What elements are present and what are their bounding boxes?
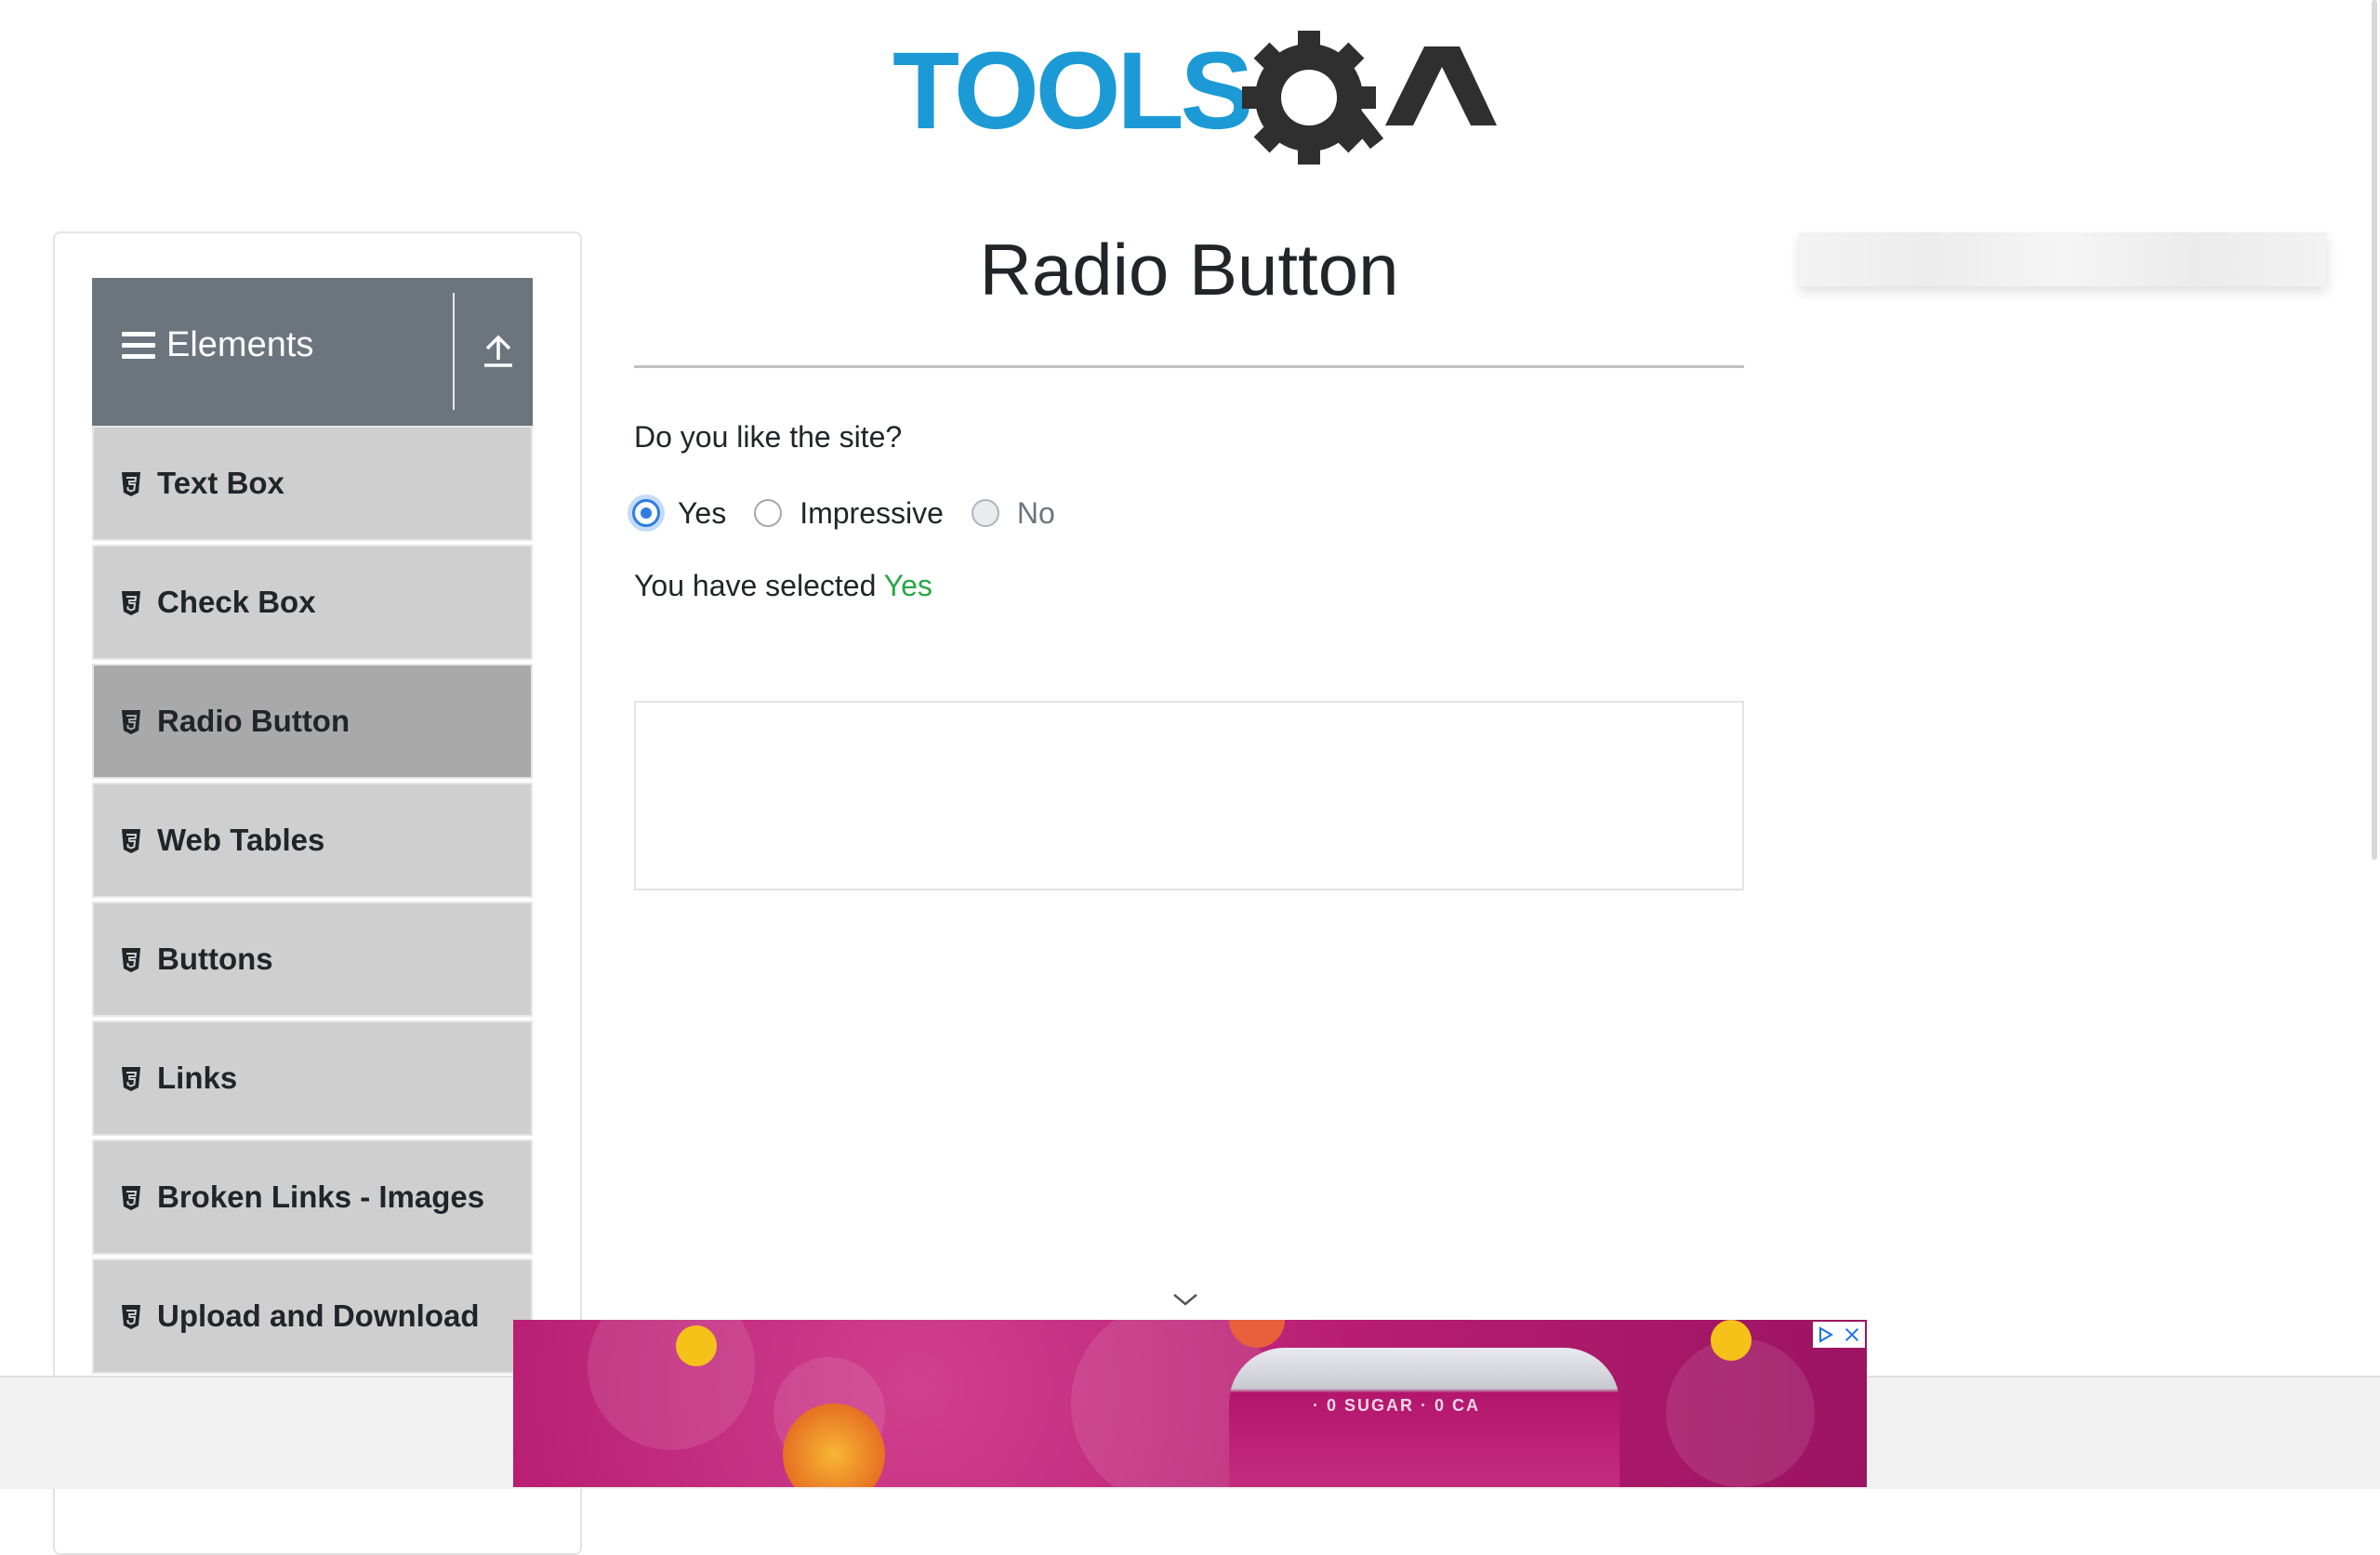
bottom-ad-banner[interactable]: · 0 SUGAR · 0 CA bbox=[513, 1320, 1867, 1487]
radio-input-yes[interactable] bbox=[632, 499, 660, 527]
radio-option-impressive[interactable]: Impressive bbox=[754, 496, 944, 531]
upload-arrow-icon[interactable] bbox=[483, 332, 514, 369]
sidebar-item-web-tables[interactable]: Web Tables bbox=[92, 783, 533, 898]
title-divider bbox=[634, 365, 1744, 368]
sidebar-menu: Text Box Check Box Radio Button Web Tabl… bbox=[92, 426, 533, 1377]
radio-group: Yes Impressive No bbox=[632, 493, 1083, 534]
toolsqa-logo[interactable]: TOOLS bbox=[892, 28, 1497, 172]
result-value: Yes bbox=[883, 569, 932, 602]
radio-input-no bbox=[971, 499, 999, 527]
sidebar-item-label: Buttons bbox=[157, 942, 273, 976]
radio-label-yes[interactable]: Yes bbox=[678, 496, 726, 531]
sidebar-item-radio-button[interactable]: Radio Button bbox=[92, 664, 533, 779]
html5-shield-icon bbox=[122, 948, 140, 972]
sidebar-item-links[interactable]: Links bbox=[92, 1021, 533, 1136]
sidebar-item-label: Web Tables bbox=[157, 823, 325, 857]
logo-a-shape bbox=[1385, 46, 1497, 125]
sidebar-item-label: Upload and Download bbox=[157, 1298, 480, 1333]
result-prefix: You have selected bbox=[634, 569, 877, 602]
gear-icon bbox=[1242, 31, 1384, 165]
selection-result: You have selected Yes bbox=[634, 569, 932, 603]
sidebar-item-label: Radio Button bbox=[157, 704, 350, 738]
html5-shield-icon bbox=[122, 829, 140, 853]
group-header-elements[interactable]: Elements bbox=[92, 278, 533, 426]
html5-shield-icon bbox=[122, 1186, 140, 1210]
sidebar-item-text-box[interactable]: Text Box bbox=[92, 426, 533, 541]
ad-controls bbox=[1813, 1322, 1865, 1348]
radio-question: Do you like the site? bbox=[634, 420, 903, 454]
radio-label-impressive[interactable]: Impressive bbox=[800, 496, 944, 531]
sidebar-item-label: Check Box bbox=[157, 585, 316, 619]
sidebar-item-check-box[interactable]: Check Box bbox=[92, 545, 533, 660]
html5-shield-icon bbox=[122, 710, 140, 734]
radio-option-yes[interactable]: Yes bbox=[632, 496, 726, 531]
sidebar-item-buttons[interactable]: Buttons bbox=[92, 902, 533, 1017]
sidebar-item-label: Links bbox=[157, 1061, 238, 1095]
hamburger-icon bbox=[122, 332, 155, 363]
close-icon[interactable] bbox=[1839, 1322, 1865, 1348]
sidebar-item-upload-download[interactable]: Upload and Download bbox=[92, 1258, 533, 1374]
radio-input-impressive[interactable] bbox=[754, 499, 783, 527]
header-divider bbox=[453, 293, 455, 410]
page-title: Radio Button bbox=[979, 229, 1399, 310]
scrollbar-thumb[interactable] bbox=[2372, 0, 2377, 860]
radio-label-no: No bbox=[1016, 495, 1055, 530]
logo-text-tools: TOOLS bbox=[892, 30, 1250, 152]
group-title: Elements bbox=[166, 325, 314, 364]
can-label: · 0 SUGAR · 0 CA bbox=[1313, 1396, 1481, 1415]
pineapple-icon bbox=[1711, 1320, 1752, 1361]
sidebar-item-label: Text Box bbox=[157, 466, 284, 500]
pineapple-icon bbox=[676, 1325, 717, 1366]
html5-shield-icon bbox=[122, 472, 140, 496]
html5-shield-icon bbox=[122, 591, 140, 615]
content-placeholder-box bbox=[634, 701, 1744, 890]
sidebar-ad-strip[interactable] bbox=[1799, 232, 2327, 286]
adchoices-icon[interactable] bbox=[1813, 1322, 1839, 1348]
logo-graphic: TOOLS bbox=[892, 30, 1497, 165]
html5-shield-icon bbox=[122, 1305, 140, 1329]
radio-option-no: No bbox=[971, 495, 1055, 531]
drink-can-image bbox=[1229, 1348, 1620, 1487]
sidebar-item-broken-links[interactable]: Broken Links - Images bbox=[92, 1140, 533, 1255]
html5-shield-icon bbox=[122, 1067, 140, 1091]
chevron-down-icon[interactable] bbox=[1171, 1292, 1199, 1307]
sidebar-item-label: Broken Links - Images bbox=[157, 1179, 485, 1214]
